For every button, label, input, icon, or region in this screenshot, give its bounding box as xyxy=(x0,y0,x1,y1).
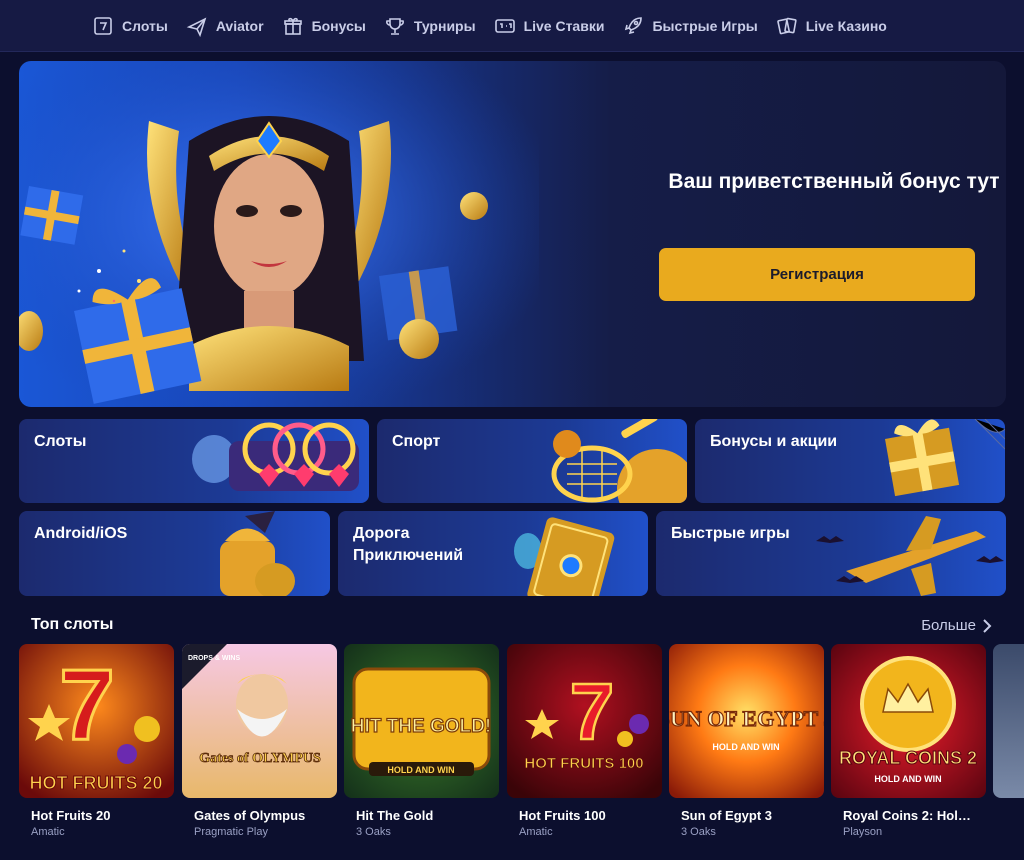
category-tile-quick-games[interactable]: Быстрые игры xyxy=(656,511,1006,596)
svg-text:ROYAL COINS 2: ROYAL COINS 2 xyxy=(839,748,977,768)
royal-coins-2-art: ROYAL COINS 2 HOLD AND WIN xyxy=(831,644,986,798)
game-name: Hot Fruits 20 xyxy=(31,808,111,823)
svg-text:DROPS & WINS: DROPS & WINS xyxy=(188,655,240,662)
tile-label: Бонусы и акции xyxy=(710,433,838,450)
category-tile-sport[interactable]: Спорт xyxy=(377,419,687,503)
game-card-hit-the-gold[interactable]: HIT THE GOLD! HOLD AND WIN Hit The Gold … xyxy=(344,644,499,844)
nav-item-quick-games[interactable]: Быстрые Игры xyxy=(622,15,758,37)
cleopatra-banner-image xyxy=(19,61,539,407)
top-slots-title: Топ слоты xyxy=(31,616,114,633)
game-name: Sun of Egypt 3 xyxy=(681,808,772,823)
game-card-gates-of-olympus[interactable]: DROPS & WINS Gates of OLYMPUS Gates of O… xyxy=(182,644,337,844)
tile-label: Быстрые игры xyxy=(671,525,790,542)
nav-label: Бонусы xyxy=(311,17,366,34)
svg-text:7: 7 xyxy=(570,667,615,756)
top-navigation: Слоты Aviator Бонусы Турниры Live Ставки… xyxy=(0,0,1024,52)
more-link[interactable]: Больше xyxy=(921,617,992,634)
cards-icon xyxy=(776,17,797,34)
svg-text:7: 7 xyxy=(59,649,115,761)
category-tile-slots[interactable]: Слоты xyxy=(19,419,369,503)
slot-seven-icon xyxy=(94,16,112,35)
game-provider: 3 Oaks xyxy=(681,826,716,838)
nav-item-slots[interactable]: Слоты xyxy=(92,15,168,37)
game-thumbnail: HIT THE GOLD! HOLD AND WIN xyxy=(344,644,499,798)
svg-text:SUN OF EGYPT 3: SUN OF EGYPT 3 xyxy=(669,706,824,731)
more-label: Больше xyxy=(921,617,976,634)
rocket-icon xyxy=(625,16,643,34)
game-card-hot-fruits-100[interactable]: 7 HOT FRUITS 100 Hot Fruits 100 Amatic xyxy=(507,644,662,844)
tile-label: Android/iOS xyxy=(34,525,128,542)
plane-icon xyxy=(186,16,207,37)
nav-label: Live Ставки xyxy=(523,17,605,34)
nav-label: Live Казино xyxy=(805,17,887,34)
game-card-partial[interactable] xyxy=(993,644,1024,798)
gift-icon xyxy=(283,17,302,35)
nav-item-live-bets[interactable]: Live Ставки xyxy=(494,15,605,37)
svg-text:HOLD AND WIN: HOLD AND WIN xyxy=(874,774,941,784)
hot-fruits-20-art: 7 HOT FRUITS 20 xyxy=(19,644,174,798)
welcome-banner[interactable]: Ваш приветственный бонус тут Регистрация xyxy=(19,61,1006,407)
game-thumbnail: SUN OF EGYPT 3 HOLD AND WIN xyxy=(669,644,824,798)
nav-item-tournaments[interactable]: Турниры xyxy=(384,15,476,37)
sun-of-egypt-3-art: SUN OF EGYPT 3 HOLD AND WIN xyxy=(669,644,824,798)
game-name: Hot Fruits 100 xyxy=(519,808,606,823)
tile-label: Слоты xyxy=(34,433,87,450)
tile-label: Спорт xyxy=(392,433,441,450)
nav-label: Турниры xyxy=(413,17,476,34)
category-tile-bonuses[interactable]: Бонусы и акции xyxy=(695,419,1005,503)
game-card-sun-of-egypt-3[interactable]: SUN OF EGYPT 3 HOLD AND WIN Sun of Egypt… xyxy=(669,644,824,844)
nav-label: Слоты xyxy=(122,17,168,34)
game-provider: 3 Oaks xyxy=(356,826,391,838)
game-card-hot-fruits-20[interactable]: 7 HOT FRUITS 20 Hot Fruits 20 Amatic xyxy=(19,644,174,844)
svg-text:HOT FRUITS 100: HOT FRUITS 100 xyxy=(524,755,643,772)
trophy-icon xyxy=(385,17,404,35)
game-name: Hit The Gold xyxy=(356,808,434,823)
tile-label: Дорога Приключений xyxy=(353,525,464,564)
svg-text:HOT FRUITS 20: HOT FRUITS 20 xyxy=(29,773,162,793)
svg-text:HIT THE GOLD!: HIT THE GOLD! xyxy=(351,716,491,737)
game-name: Gates of Olympus xyxy=(194,808,306,823)
game-provider: Amatic xyxy=(31,826,65,838)
hot-fruits-100-art: 7 HOT FRUITS 100 xyxy=(507,644,662,798)
chevron-right-icon xyxy=(983,618,992,633)
nav-item-bonuses[interactable]: Бонусы xyxy=(282,15,366,37)
game-provider: Amatic xyxy=(519,826,553,838)
game-thumbnail: 7 HOT FRUITS 100 xyxy=(507,644,662,798)
game-provider: Playson xyxy=(843,826,883,838)
category-tile-adventure-road[interactable]: Дорога Приключений xyxy=(338,511,648,596)
nav-item-live-casino[interactable]: Live Казино xyxy=(776,15,887,37)
register-button[interactable]: Регистрация xyxy=(659,248,975,301)
game-thumbnail: 7 HOT FRUITS 20 xyxy=(19,644,174,798)
game-thumbnail: ROYAL COINS 2 HOLD AND WIN xyxy=(831,644,986,798)
svg-text:HOLD AND WIN: HOLD AND WIN xyxy=(712,742,779,752)
svg-text:Gates of OLYMPUS: Gates of OLYMPUS xyxy=(199,751,321,766)
banner-title: Ваш приветственный бонус тут xyxy=(668,170,1000,193)
game-name: Royal Coins 2: Hol… xyxy=(843,808,971,823)
score-icon xyxy=(494,18,515,33)
nav-label: Aviator xyxy=(215,17,264,34)
game-provider: Pragmatic Play xyxy=(194,826,268,838)
hit-the-gold-art: HIT THE GOLD! HOLD AND WIN xyxy=(344,644,499,798)
gates-of-olympus-art: DROPS & WINS Gates of OLYMPUS xyxy=(182,644,337,798)
nav-label: Быстрые Игры xyxy=(652,17,758,34)
svg-text:HOLD AND WIN: HOLD AND WIN xyxy=(387,765,454,775)
game-card-royal-coins-2[interactable]: ROYAL COINS 2 HOLD AND WIN Royal Coins 2… xyxy=(831,644,986,844)
nav-item-aviator[interactable]: Aviator xyxy=(186,15,264,37)
category-tile-android-ios[interactable]: Android/iOS xyxy=(19,511,330,596)
game-thumbnail: DROPS & WINS Gates of OLYMPUS xyxy=(182,644,337,798)
